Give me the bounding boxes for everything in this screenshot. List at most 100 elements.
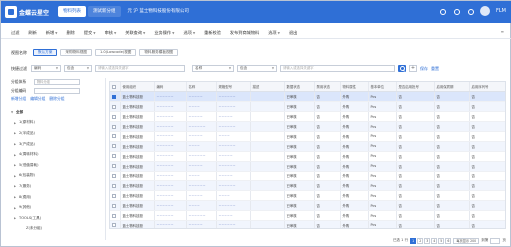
add-filter-button[interactable]: +	[409, 65, 417, 72]
tree-node[interactable]: ▶ 6(包装物)	[11, 171, 105, 182]
tree-node[interactable]: ▶ 5(低值易耗)	[11, 160, 105, 171]
column-header[interactable]: 名称	[186, 82, 217, 93]
menu-item[interactable]: 选项 ▼	[183, 30, 195, 36]
tree-node[interactable]: ▼ 全部	[11, 107, 105, 118]
row-checkbox[interactable]	[112, 154, 116, 159]
menu-item[interactable]: 选项 ▼	[268, 30, 280, 36]
filter-value2-input[interactable]: 请输入或选择关键字	[280, 65, 395, 72]
view-default[interactable]: 默认方案	[33, 49, 58, 56]
table-row[interactable]: 蓝士物科技股~~~~~~~~~~~~~~~~~已审核否外购Pcs否否否	[110, 151, 505, 162]
page-button[interactable]: 1	[410, 237, 417, 244]
tree-node[interactable]: Z(未分组)	[11, 224, 105, 235]
row-select-cell[interactable]	[110, 190, 121, 202]
tree-node[interactable]: ▶ TOOLS(工具)	[11, 213, 105, 224]
page-button[interactable]: 4	[431, 237, 438, 244]
row-select-cell[interactable]	[110, 111, 121, 123]
column-header[interactable]: 基本单位	[368, 82, 397, 93]
row-select-cell[interactable]	[110, 101, 121, 113]
table-row[interactable]: 蓝士物科技股~~~~~~~~~~~~~~~已审核否外购Pcs否否否	[110, 171, 505, 182]
column-header[interactable]: 使用组织	[120, 82, 155, 93]
menu-item[interactable]: 删除	[66, 30, 74, 36]
search-button[interactable]	[398, 65, 406, 72]
menu-item[interactable]: 刷新	[28, 30, 36, 36]
column-header[interactable]: 是否启用批号	[396, 82, 435, 93]
expand-right-icon[interactable]: ▶	[14, 131, 17, 135]
row-checkbox[interactable]	[112, 144, 116, 149]
row-select-cell[interactable]	[110, 171, 121, 182]
add-group-link[interactable]: 新增分组	[11, 96, 26, 102]
select-all-header[interactable]	[110, 82, 121, 93]
expand-down-icon[interactable]: ▼	[11, 110, 14, 114]
group-system-select[interactable]: 物料分组	[34, 78, 80, 85]
tree-node[interactable]: ▶ 1(原材料)	[11, 118, 105, 129]
table-row[interactable]: 蓝士物科技股~~~~~~~~~~~~~~~~已审核否外购Pcs否否否	[110, 141, 505, 152]
tree-node[interactable]: ▶ 8(费用)	[11, 192, 105, 203]
column-header[interactable]: 数据状态	[284, 82, 315, 93]
expand-right-icon[interactable]: ▶	[14, 174, 17, 178]
tree-node[interactable]: ▶ 2(半成品)	[11, 128, 105, 139]
table-row[interactable]: 蓝士物科技股~~~~~~~~~~~~~~~~~已审核否外购Pcs否否否	[110, 161, 505, 172]
org-switcher[interactable]: 元 沪 蓝士物科技股份有限公司	[123, 6, 194, 17]
menu-item[interactable]: 业务操作 ▼	[154, 30, 174, 36]
row-checkbox[interactable]	[112, 124, 116, 129]
select-all-checkbox[interactable]	[112, 84, 116, 89]
menu-item[interactable]: 重新校验	[204, 30, 221, 36]
menu-item[interactable]: 关联查询 ▼	[125, 30, 145, 36]
user-name[interactable]: FLM	[496, 8, 506, 14]
expand-right-icon[interactable]: ▶	[14, 153, 17, 157]
expand-right-icon[interactable]: ▶	[14, 142, 17, 146]
page-button[interactable]: 5	[438, 237, 445, 244]
menu-item[interactable]: 提交 ▼	[84, 30, 96, 36]
row-select-cell[interactable]	[110, 131, 121, 142]
row-checkbox[interactable]	[112, 223, 116, 228]
page-button[interactable]: 2	[417, 237, 424, 244]
help-icon[interactable]	[466, 7, 475, 15]
column-header[interactable]: 描述	[250, 82, 285, 93]
table-row[interactable]: 蓝士物科技股 ~~~~~~ ~~~~~~ ~~~~~~ 已审核否外购 Pcs 否否否	[110, 180, 505, 192]
menu-item[interactable]: 发布到商城物料	[230, 30, 259, 36]
row-checkbox[interactable]	[112, 193, 116, 198]
filter-field2-select[interactable]: 名称 ▼	[192, 65, 234, 72]
tree-node[interactable]: ▶ 4(周转材料)	[11, 149, 105, 160]
table-row[interactable]: 蓝士物科技股~~~~~~~~~~~~~~~~已审核否外购Pcs否否否	[110, 101, 505, 113]
table-row[interactable]: 蓝士物科技股~~~~~~~~~~~~~~~~已审核否外购Pcs否否否	[110, 111, 505, 123]
row-checkbox[interactable]	[112, 213, 116, 218]
expand-right-icon[interactable]: ▶	[14, 163, 17, 167]
menu-item[interactable]: 退出	[289, 30, 297, 36]
avatar[interactable]	[480, 6, 491, 16]
row-select-cell[interactable]	[110, 180, 121, 192]
expand-right-icon[interactable]: ▶	[14, 206, 17, 210]
save-filter-link[interactable]: 保存	[420, 66, 428, 72]
edit-group-link[interactable]: 编辑分组	[30, 96, 45, 102]
expand-right-icon[interactable]: ▶	[14, 184, 17, 188]
row-select-cell[interactable]	[110, 161, 121, 172]
row-checkbox[interactable]	[112, 183, 116, 188]
table-row[interactable]: 蓝士物科技股~~~~~~~~~~~~~~~已审核否外购Pcs否否否	[110, 190, 505, 202]
expand-right-icon[interactable]: ▶	[14, 195, 17, 199]
table-row[interactable]: 蓝士物科技股 ~~~~~~ ~~~~~~ ~~~~~~ 已审核否外购 Pcs 否否否	[110, 121, 505, 132]
row-checkbox[interactable]	[112, 114, 116, 119]
column-header[interactable]: 禁用状态	[314, 82, 341, 93]
tree-node[interactable]: ▶ 9(其他)	[11, 202, 105, 213]
table-row[interactable]: 蓝士物科技股~~~~~~~~~~~~~~~~~已审核否外购Pcs否否否	[110, 220, 505, 228]
row-checkbox[interactable]	[112, 94, 116, 99]
row-select-cell[interactable]	[110, 220, 121, 228]
search-icon[interactable]	[438, 7, 447, 15]
menu-item[interactable]: 过滤	[11, 30, 19, 36]
column-header[interactable]: 启用序列号	[469, 82, 505, 93]
row-select-cell[interactable]	[110, 200, 121, 212]
page-button[interactable]: 3	[424, 237, 431, 244]
column-header[interactable]: 规格型号	[216, 82, 251, 93]
row-select-cell[interactable]	[110, 91, 121, 103]
menu-more-icon[interactable]: ≡	[501, 29, 504, 34]
bell-icon[interactable]	[452, 7, 461, 15]
row-checkbox[interactable]	[112, 134, 116, 139]
column-header[interactable]: 启用保质期	[434, 82, 470, 93]
table-row[interactable]: 蓝士物科技股~~~~~~~~~~~~~~~~~已审核否外购Pcs否否否	[110, 91, 505, 103]
goto-page-input[interactable]	[490, 237, 501, 244]
view-lowcode[interactable]: 1.0(Lowcode)视图	[94, 49, 137, 56]
row-select-cell[interactable]	[110, 141, 121, 152]
row-checkbox[interactable]	[112, 173, 116, 178]
page-size-select[interactable]: 每页显示 200	[453, 237, 480, 244]
tab-test-group[interactable]: 测试新分组	[88, 6, 121, 17]
